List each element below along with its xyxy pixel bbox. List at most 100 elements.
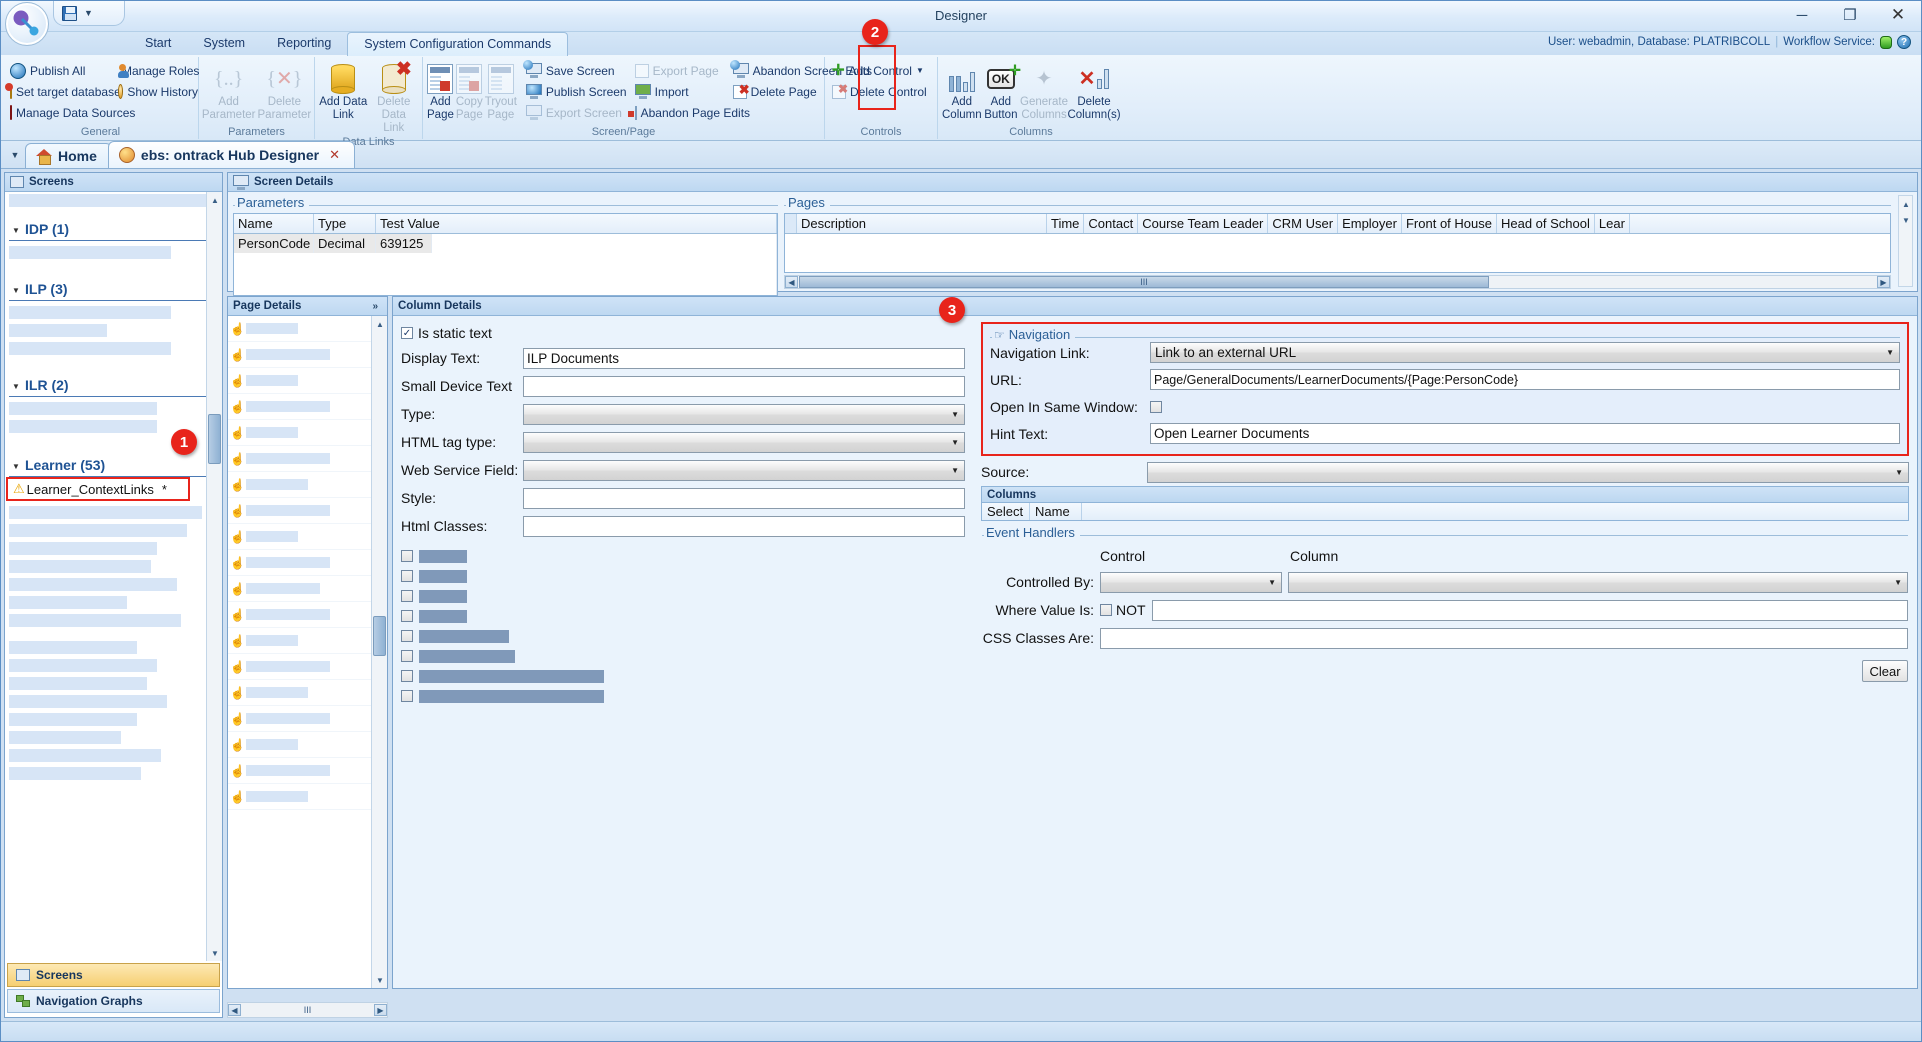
scroll-left-icon[interactable]: ◀ xyxy=(228,1004,241,1016)
column-header-crm-user[interactable]: CRM User xyxy=(1268,214,1338,233)
page-details-row[interactable]: ☝ xyxy=(228,472,387,498)
application-orb-icon[interactable] xyxy=(5,2,49,46)
selection-row[interactable] xyxy=(401,626,965,646)
manage-roles-button[interactable]: Manage Roles xyxy=(115,60,201,81)
footer-button-navigation-graphs[interactable]: Navigation Graphs xyxy=(7,989,220,1013)
web-service-field-combo[interactable]: ▼ xyxy=(523,460,965,481)
page-details-horizontal-scrollbar[interactable]: ◀ III ▶ xyxy=(227,1002,388,1018)
page-details-scrollbar[interactable]: ▲ ▼ xyxy=(371,316,387,988)
delete-control-button[interactable]: ✖ Delete Control xyxy=(829,81,933,102)
controlled-by-column-combo[interactable]: ▼ xyxy=(1288,572,1908,593)
column-header-employer[interactable]: Employer xyxy=(1338,214,1402,233)
scroll-down-icon[interactable]: ▼ xyxy=(1900,214,1912,226)
page-details-row[interactable]: ☝ xyxy=(228,602,387,628)
table-row-empty[interactable] xyxy=(234,253,777,295)
row-checkbox[interactable] xyxy=(401,570,413,582)
open-in-same-window-checkbox[interactable] xyxy=(1150,401,1162,413)
row-checkbox[interactable] xyxy=(401,590,413,602)
add-column-button[interactable]: Add Column xyxy=(942,60,982,122)
page-details-row[interactable]: ☝ xyxy=(228,420,387,446)
list-item[interactable] xyxy=(9,524,187,537)
page-details-row[interactable]: ☝ xyxy=(228,576,387,602)
selection-row[interactable] xyxy=(401,646,965,666)
scroll-down-icon[interactable]: ▼ xyxy=(209,947,221,959)
html-classes-input[interactable] xyxy=(523,516,965,537)
list-item[interactable] xyxy=(9,731,121,744)
cell-blank[interactable] xyxy=(432,234,777,253)
ribbon-tab-system[interactable]: System xyxy=(187,32,261,55)
page-details-row[interactable]: ☝ xyxy=(228,394,387,420)
help-icon[interactable]: ? xyxy=(1897,35,1911,49)
list-item[interactable] xyxy=(9,695,167,708)
add-control-button[interactable]: ✛ Add Control ▼ xyxy=(829,60,933,81)
column-header-head-of-school[interactable]: Head of School xyxy=(1497,214,1595,233)
add-button-button[interactable]: OK✛ Add Button xyxy=(982,60,1020,122)
maximize-button[interactable]: ❐ xyxy=(1835,3,1865,27)
selection-row[interactable] xyxy=(401,606,965,626)
save-icon[interactable] xyxy=(62,6,77,21)
footer-button-screens[interactable]: Screens xyxy=(7,963,220,987)
page-details-row[interactable]: ☝ xyxy=(228,680,387,706)
scroll-right-icon[interactable]: ▶ xyxy=(1877,276,1890,288)
page-details-row[interactable]: ☝ xyxy=(228,706,387,732)
document-tab-ebs-designer[interactable]: ebs: ontrack Hub Designer ✕ xyxy=(108,141,355,168)
column-header-time[interactable]: Time xyxy=(1047,214,1084,233)
row-checkbox[interactable] xyxy=(401,690,413,702)
cell-type[interactable]: Decimal xyxy=(314,234,376,253)
scrollbar-thumb[interactable] xyxy=(373,616,386,656)
list-item[interactable] xyxy=(9,402,157,415)
small-device-text-input[interactable] xyxy=(523,376,965,397)
columns-grid[interactable]: Select Name xyxy=(981,503,1909,521)
selection-row[interactable] xyxy=(401,566,965,586)
page-details-row[interactable]: ☝ xyxy=(228,446,387,472)
close-icon[interactable]: ✕ xyxy=(329,147,340,163)
tab-list-dropdown-icon[interactable]: ▼ xyxy=(5,142,25,168)
list-item[interactable] xyxy=(9,194,214,207)
publish-all-button[interactable]: Publish All xyxy=(7,60,113,81)
selection-row[interactable] xyxy=(401,586,965,606)
column-header-test-value[interactable]: Test Value xyxy=(376,214,777,233)
page-details-row[interactable]: ☝ xyxy=(228,784,387,810)
scroll-up-icon[interactable]: ▲ xyxy=(209,194,221,206)
list-item[interactable] xyxy=(9,713,137,726)
screens-scrollbar[interactable]: ▲ ▼ xyxy=(206,192,222,961)
list-item[interactable] xyxy=(9,324,107,337)
parameters-grid[interactable]: Name Type Test Value PersonCode Decimal … xyxy=(233,213,778,296)
add-data-link-button[interactable]: Add Data Link xyxy=(319,60,368,122)
cell-name[interactable]: PersonCode xyxy=(234,234,314,253)
page-details-row[interactable]: ☝ xyxy=(228,524,387,550)
abandon-page-edits-button[interactable]: Abandon Page Edits xyxy=(632,102,728,123)
page-details-row[interactable]: ☝ xyxy=(228,758,387,784)
scroll-right-icon[interactable]: ▶ xyxy=(374,1004,387,1016)
display-text-input[interactable]: ILP Documents xyxy=(523,348,965,369)
row-checkbox[interactable] xyxy=(401,650,413,662)
document-tab-home[interactable]: Home xyxy=(25,143,112,168)
page-details-row[interactable]: ☝ xyxy=(228,316,387,342)
navigation-link-combo[interactable]: Link to an external URL▼ xyxy=(1150,342,1900,363)
list-item[interactable] xyxy=(9,767,141,780)
column-header-course-team-leader[interactable]: Course Team Leader xyxy=(1138,214,1268,233)
hint-text-input[interactable]: Open Learner Documents xyxy=(1150,423,1900,444)
chevron-down-icon[interactable]: ▼ xyxy=(916,66,924,75)
url-input[interactable]: Page/GeneralDocuments/LearnerDocuments/{… xyxy=(1150,369,1900,390)
cell-test-value[interactable]: 639125 xyxy=(376,234,432,253)
screens-tree[interactable]: ▼ IDP (1) ▼ ILP (3) ▼ ILR (2 xyxy=(5,192,222,961)
collapse-icon[interactable]: » xyxy=(372,301,382,312)
column-header-learner[interactable]: Lear xyxy=(1595,214,1630,233)
publish-screen-button[interactable]: Publish Screen xyxy=(523,81,630,102)
list-item[interactable] xyxy=(9,614,181,627)
list-item[interactable] xyxy=(9,542,157,555)
learner-context-links-item[interactable]: ⚠ Learner_ContextLinks * xyxy=(9,479,206,499)
row-checkbox[interactable] xyxy=(401,550,413,562)
is-static-text-row[interactable]: ✓ Is static text xyxy=(401,322,965,344)
column-header-description[interactable]: Description xyxy=(797,214,1047,233)
ribbon-tab-reporting[interactable]: Reporting xyxy=(261,32,347,55)
column-header-select[interactable]: Select xyxy=(982,503,1030,520)
list-item[interactable] xyxy=(9,596,127,609)
list-item[interactable] xyxy=(9,749,161,762)
tree-group-ilp[interactable]: ▼ ILP (3) xyxy=(9,272,206,301)
add-page-button[interactable]: Add Page xyxy=(427,60,454,122)
column-header-name[interactable]: Name xyxy=(234,214,314,233)
import-button[interactable]: Import xyxy=(632,81,728,102)
column-header-contact[interactable]: Contact xyxy=(1084,214,1138,233)
